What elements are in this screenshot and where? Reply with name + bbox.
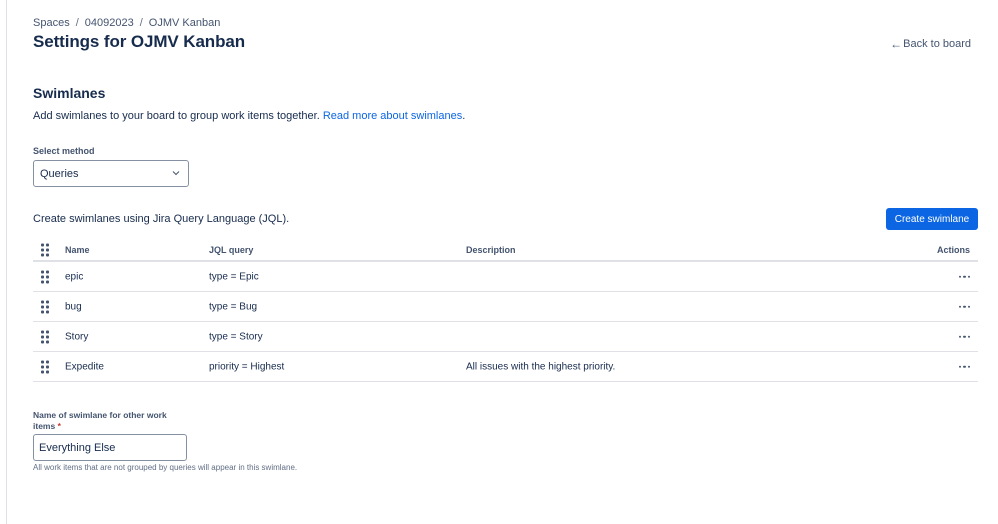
breadcrumb-spaces[interactable]: Spaces <box>33 17 70 29</box>
drag-handle-icon <box>41 243 49 257</box>
table-row: epic type = Epic <box>33 262 978 292</box>
breadcrumb-project[interactable]: 04092023 <box>85 17 134 29</box>
other-swimlane-label: Name of swimlane for other work items * <box>33 410 183 432</box>
row-name: Story <box>65 331 89 342</box>
swimlanes-heading: Swimlanes <box>33 85 106 101</box>
drag-handle-icon[interactable] <box>41 300 49 313</box>
row-jql: type = Epic <box>209 271 259 282</box>
row-name: Expedite <box>65 361 104 372</box>
breadcrumb: Spaces / 04092023 / OJMV Kanban <box>33 17 220 29</box>
row-name: bug <box>65 301 82 312</box>
drag-handle-icon[interactable] <box>41 360 49 373</box>
arrow-left-icon: ← <box>890 37 903 51</box>
row-jql: type = Story <box>209 331 263 342</box>
table-row: bug type = Bug <box>33 292 978 322</box>
table-row: Expedite priority = Highest All issues w… <box>33 352 978 382</box>
more-icon[interactable] <box>958 335 970 338</box>
chevron-down-icon <box>172 171 180 176</box>
left-divider <box>6 0 7 524</box>
header-jql: JQL query <box>209 245 254 255</box>
select-method-value: Queries <box>40 167 79 180</box>
header-actions: Actions <box>936 245 970 255</box>
more-icon[interactable] <box>958 305 970 308</box>
read-more-link[interactable]: Read more about swimlanes <box>323 110 462 122</box>
row-jql: priority = Highest <box>209 361 285 372</box>
jql-intro-text: Create swimlanes using Jira Query Langua… <box>33 213 290 225</box>
row-jql: type = Bug <box>209 301 258 312</box>
select-method-label: Select method <box>33 146 95 156</box>
drag-handle-icon[interactable] <box>41 270 49 283</box>
back-to-board-label: Back to board <box>903 38 971 50</box>
breadcrumb-separator: / <box>139 17 143 29</box>
more-icon[interactable] <box>958 275 970 278</box>
breadcrumb-board[interactable]: OJMV Kanban <box>149 17 221 29</box>
swimlanes-table: Name JQL query Description Actions epic … <box>33 240 978 382</box>
create-swimlane-button[interactable]: Create swimlane <box>886 208 978 230</box>
other-swimlane-label-text: Name of swimlane for other work items <box>33 410 167 431</box>
back-to-board-link[interactable]: ← Back to board <box>890 37 971 51</box>
row-name: epic <box>65 271 84 282</box>
breadcrumb-separator: / <box>75 17 79 29</box>
swimlanes-description-text: Add swimlanes to your board to group wor… <box>33 110 320 122</box>
row-description: All issues with the highest priority. <box>466 361 616 372</box>
description-period: . <box>462 110 466 122</box>
other-swimlane-input[interactable] <box>33 434 187 461</box>
required-marker: * <box>57 421 61 431</box>
drag-handle-icon[interactable] <box>41 330 49 343</box>
other-swimlane-helper: All work items that are not grouped by q… <box>33 463 298 472</box>
table-row: Story type = Story <box>33 322 978 352</box>
more-icon[interactable] <box>958 365 970 368</box>
select-method-dropdown[interactable]: Queries <box>33 160 189 187</box>
header-description: Description <box>466 245 516 255</box>
header-name: Name <box>65 245 90 255</box>
table-header: Name JQL query Description Actions <box>33 240 978 262</box>
swimlanes-description: Add swimlanes to your board to group wor… <box>33 110 465 122</box>
page-title: Settings for OJMV Kanban <box>33 32 246 51</box>
